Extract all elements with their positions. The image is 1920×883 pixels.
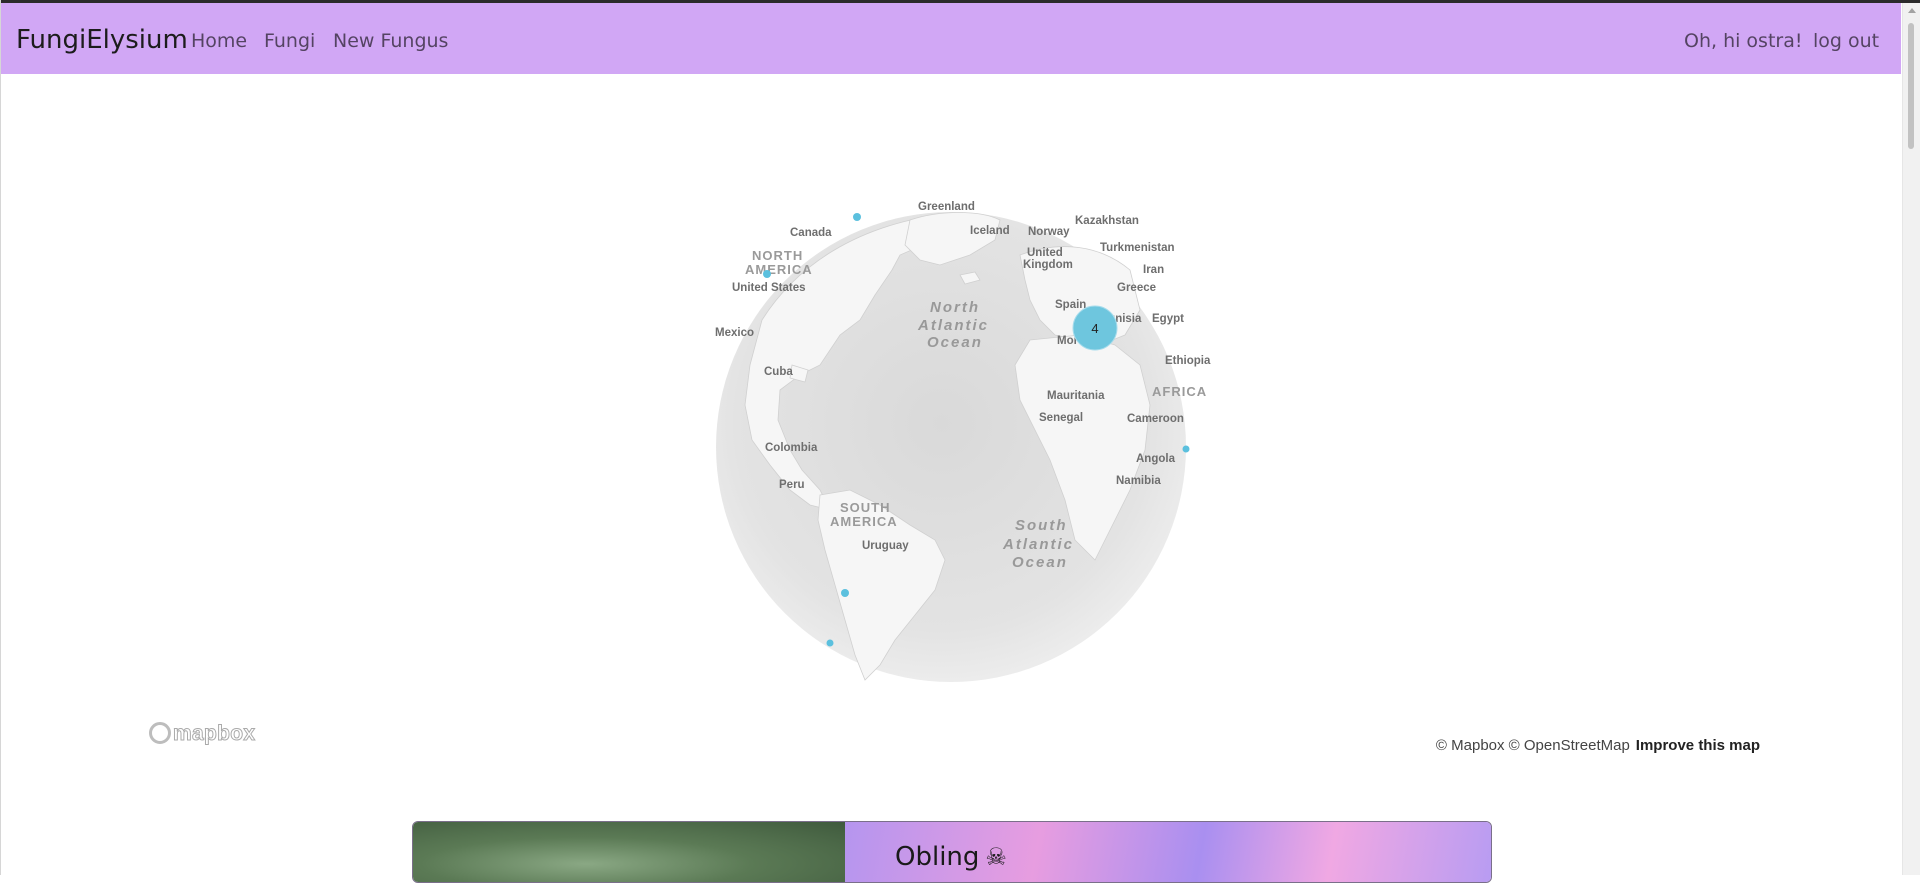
map-attribution: © Mapbox © OpenStreetMap Improve this map bbox=[1436, 737, 1760, 754]
label-iceland: Iceland bbox=[970, 225, 1010, 237]
page-scrollbar[interactable] bbox=[1902, 3, 1920, 875]
label-cameroon: Cameroon bbox=[1127, 413, 1184, 425]
scroll-up-arrow-icon[interactable] bbox=[1908, 8, 1916, 13]
label-senegal: Senegal bbox=[1039, 412, 1083, 424]
label-greenland: Greenland bbox=[918, 201, 975, 213]
label-north-america-1: NORTH bbox=[752, 248, 803, 263]
label-peru: Peru bbox=[779, 479, 805, 491]
map-marker-point[interactable] bbox=[841, 589, 849, 597]
label-south-atlantic-3: Ocean bbox=[1012, 554, 1068, 571]
label-ethiopia: Ethiopia bbox=[1165, 355, 1211, 367]
label-namibia: Namibia bbox=[1116, 475, 1161, 487]
map-marker-point[interactable] bbox=[763, 270, 771, 278]
scroll-thumb[interactable] bbox=[1908, 23, 1914, 149]
label-north-america-2: AMERICA bbox=[745, 262, 813, 277]
label-united: United bbox=[1027, 247, 1063, 259]
label-united-states: United States bbox=[732, 282, 806, 294]
brand-link[interactable]: FungiElysium bbox=[16, 25, 188, 55]
label-kazakhstan: Kazakhstan bbox=[1075, 215, 1139, 227]
label-spain: Spain bbox=[1055, 299, 1086, 311]
cluster-count[interactable]: 4 bbox=[1091, 321, 1098, 336]
fungus-card-image bbox=[413, 822, 845, 882]
improve-map-link[interactable]: Improve this map bbox=[1636, 737, 1760, 754]
label-mexico: Mexico bbox=[715, 327, 754, 339]
label-norway: Norway bbox=[1028, 226, 1070, 238]
logout-link[interactable]: log out bbox=[1813, 30, 1879, 52]
attribution-text[interactable]: © Mapbox © OpenStreetMap bbox=[1436, 737, 1630, 754]
skull-icon: ☠ bbox=[985, 843, 1007, 871]
mapbox-ring-icon bbox=[149, 722, 171, 744]
map-marker-point[interactable] bbox=[826, 639, 834, 647]
fungus-card[interactable]: Obling ☠ bbox=[412, 821, 1492, 883]
label-uruguay: Uruguay bbox=[862, 540, 909, 552]
label-mauritania: Mauritania bbox=[1047, 390, 1105, 402]
mapbox-logo-text: mapbox bbox=[172, 722, 256, 746]
label-iran: Iran bbox=[1143, 264, 1164, 276]
label-north-atlantic-2: Atlantic bbox=[917, 317, 989, 334]
label-south-atlantic-2: Atlantic bbox=[1002, 536, 1074, 553]
map-marker-point[interactable] bbox=[853, 213, 861, 221]
label-angola: Angola bbox=[1136, 453, 1176, 465]
nav-new-fungus-link[interactable]: New Fungus bbox=[333, 30, 448, 52]
mapbox-logo[interactable]: mapbox bbox=[149, 722, 256, 746]
navbar: FungiElysium Home Fungi New Fungus Oh, h… bbox=[1, 3, 1901, 74]
label-egypt: Egypt bbox=[1152, 313, 1184, 325]
label-canada: Canada bbox=[790, 227, 832, 239]
label-turkmenistan: Turkmenistan bbox=[1100, 242, 1175, 254]
fungus-card-body: Obling ☠ bbox=[845, 822, 1491, 882]
label-north-atlantic-1: North bbox=[930, 299, 980, 316]
nav-home-link[interactable]: Home bbox=[191, 30, 247, 52]
globe-svg[interactable]: Greenland Kazakhstan Canada Iceland Norw… bbox=[140, 160, 1760, 770]
label-colombia: Colombia bbox=[765, 442, 818, 454]
label-north-atlantic-3: Ocean bbox=[927, 334, 983, 351]
label-kingdom: Kingdom bbox=[1023, 259, 1073, 271]
label-south-atlantic-1: South bbox=[1015, 517, 1068, 534]
label-cuba: Cuba bbox=[764, 366, 793, 378]
cluster-map[interactable]: Greenland Kazakhstan Canada Iceland Norw… bbox=[140, 160, 1760, 770]
nav-fungi-link[interactable]: Fungi bbox=[264, 30, 315, 52]
map-marker-point[interactable] bbox=[1182, 445, 1190, 453]
label-africa: AFRICA bbox=[1152, 384, 1207, 399]
user-greeting: Oh, hi ostra! bbox=[1684, 30, 1803, 52]
fungus-card-title[interactable]: Obling ☠ bbox=[895, 842, 1007, 872]
label-south-america-2: AMERICA bbox=[830, 514, 898, 529]
label-south-america-1: SOUTH bbox=[840, 500, 891, 515]
fungus-name: Obling bbox=[895, 842, 980, 872]
label-greece: Greece bbox=[1117, 282, 1156, 294]
